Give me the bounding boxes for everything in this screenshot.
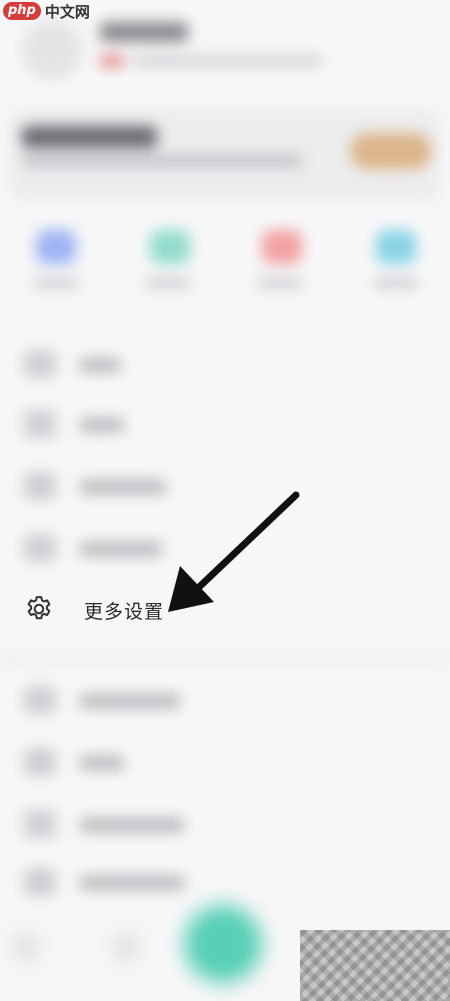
quick-action-icon-1[interactable] bbox=[36, 230, 76, 264]
menu-item-icon bbox=[24, 472, 56, 500]
menu-item-blurred[interactable] bbox=[80, 756, 124, 770]
quick-action-label-4 bbox=[374, 278, 418, 288]
menu-item-icon bbox=[24, 350, 56, 378]
menu-item-icon bbox=[24, 686, 56, 714]
profile-name-blurred bbox=[100, 22, 188, 42]
profile-badge-blurred bbox=[100, 55, 124, 67]
menu-item-blurred[interactable] bbox=[80, 358, 120, 372]
quick-action-label-3 bbox=[258, 278, 302, 288]
menu-item-blurred[interactable] bbox=[80, 480, 166, 494]
quick-action-icon-3[interactable] bbox=[262, 230, 302, 264]
watermark-logo: php bbox=[3, 2, 41, 20]
menu-item-icon bbox=[24, 748, 56, 776]
membership-button[interactable] bbox=[350, 133, 432, 169]
membership-subtitle-blurred bbox=[22, 156, 302, 166]
menu-item-blurred[interactable] bbox=[80, 818, 184, 832]
profile-subtitle-blurred bbox=[132, 56, 322, 66]
avatar[interactable] bbox=[22, 20, 82, 80]
watermark-text: 中文网 bbox=[44, 2, 90, 21]
nav-tab-2[interactable] bbox=[114, 935, 138, 959]
site-watermark: php 中文网 bbox=[3, 0, 90, 22]
membership-title-blurred bbox=[22, 126, 157, 148]
menu-item-label: 更多设置 bbox=[84, 601, 165, 623]
menu-item-blurred[interactable] bbox=[80, 876, 184, 890]
pixelated-region bbox=[300, 930, 450, 1001]
menu-item-icon bbox=[24, 410, 56, 438]
menu-item-blurred[interactable] bbox=[80, 418, 124, 432]
menu-item-blurred[interactable] bbox=[80, 694, 180, 708]
quick-action-icon-4[interactable] bbox=[376, 230, 416, 264]
menu-item-more-settings[interactable]: 更多设置 bbox=[0, 578, 450, 640]
quick-action-label-1 bbox=[34, 278, 78, 288]
center-action-button[interactable] bbox=[184, 905, 262, 983]
menu-item-icon bbox=[24, 868, 56, 896]
gear-icon bbox=[27, 596, 51, 620]
menu-item-icon bbox=[24, 534, 56, 562]
menu-item-blurred[interactable] bbox=[80, 542, 162, 556]
menu-item-icon bbox=[24, 810, 56, 838]
nav-tab-1[interactable] bbox=[14, 935, 38, 959]
section-divider bbox=[0, 654, 450, 664]
quick-action-icon-2[interactable] bbox=[150, 230, 190, 264]
quick-action-label-2 bbox=[146, 278, 190, 288]
